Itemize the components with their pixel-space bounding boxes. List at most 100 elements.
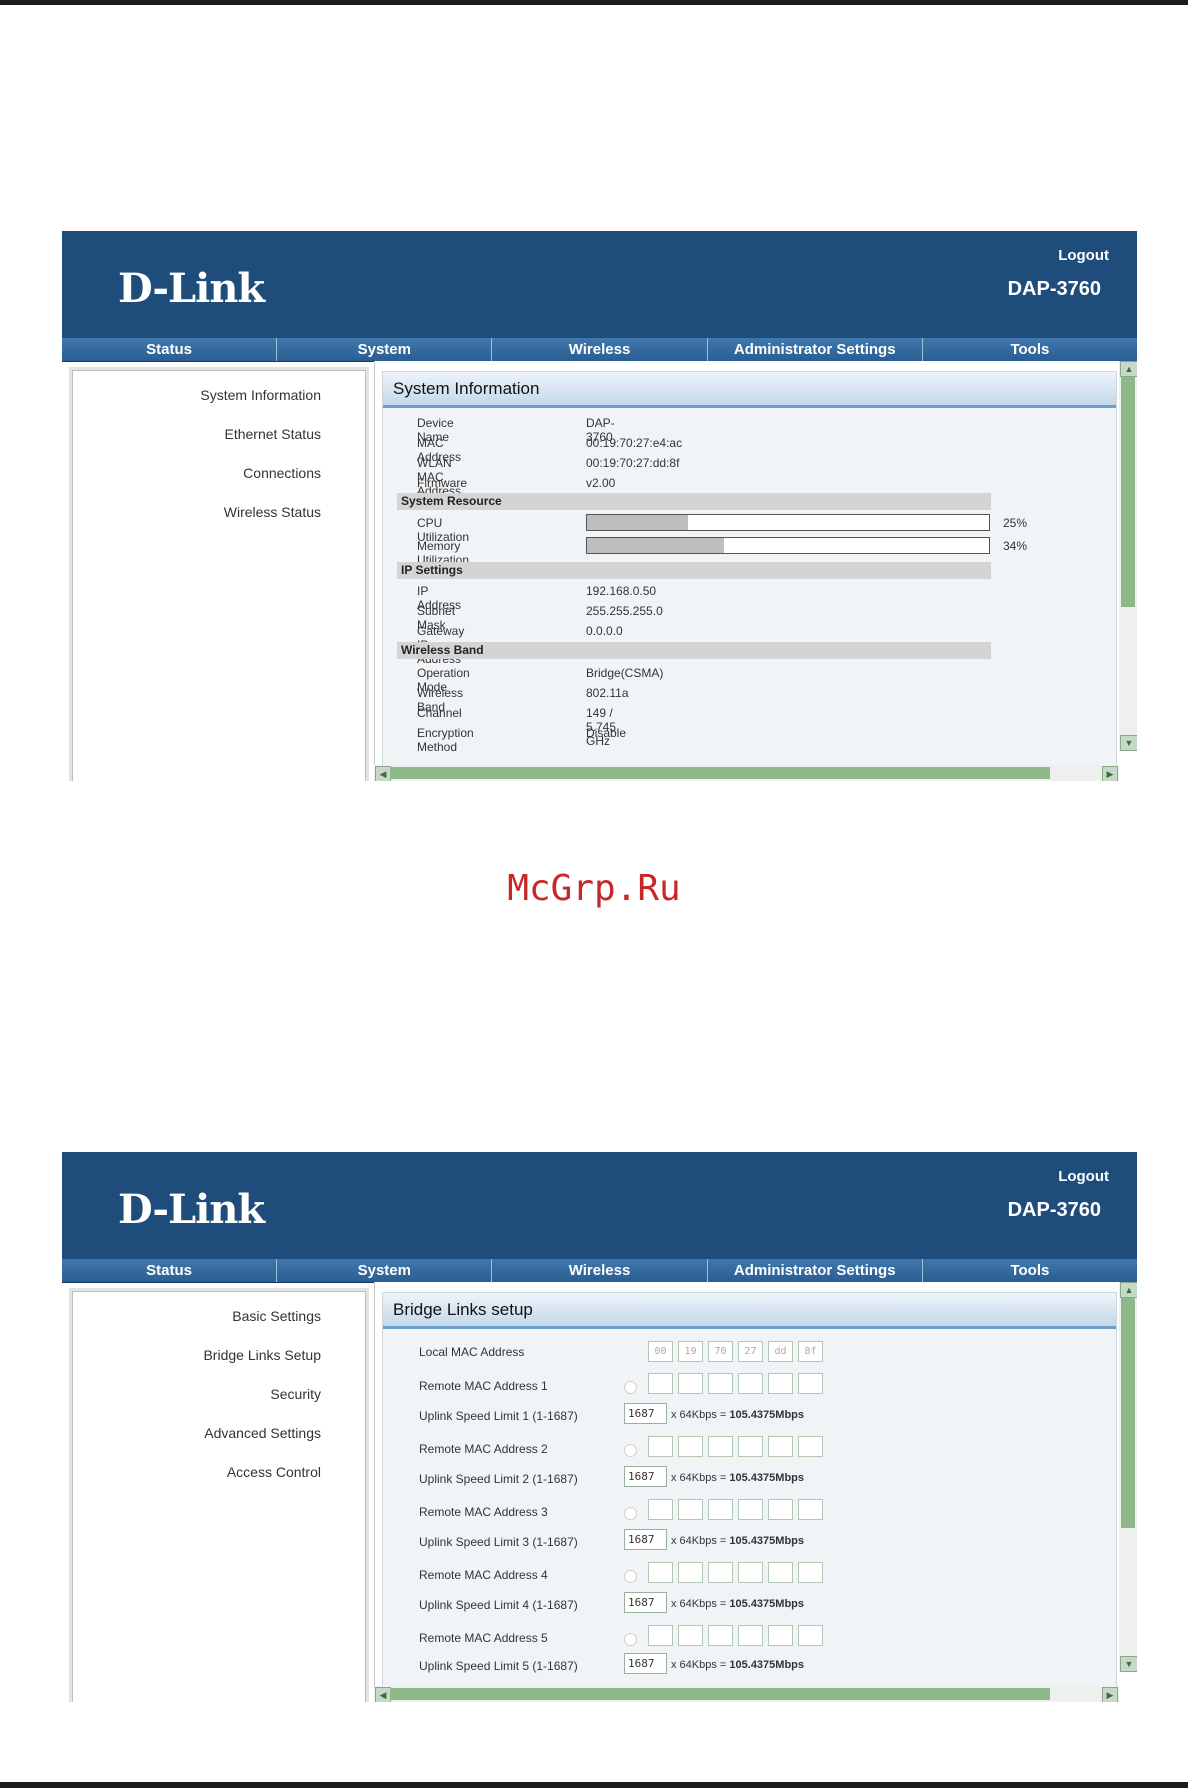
remote-mac-3-octet-5[interactable] xyxy=(768,1499,793,1520)
remote-mac-3-octet-1[interactable] xyxy=(648,1499,673,1520)
tab-status[interactable]: Status xyxy=(62,1259,278,1282)
remote-mac-4-octet-6[interactable] xyxy=(798,1562,823,1583)
uplink-3-input[interactable]: 1687 xyxy=(624,1529,667,1550)
scroll-left-icon[interactable]: ◀ xyxy=(375,1687,391,1702)
remote-mac-2-label: Remote MAC Address 2 xyxy=(419,1442,548,1456)
horizontal-scrollbar[interactable]: ◀ ▶ xyxy=(374,1686,1119,1702)
remote-mac-3-octet-4[interactable] xyxy=(738,1499,763,1520)
remote-mac-5-octet-1[interactable] xyxy=(648,1625,673,1646)
header-bar: D-Link Logout DAP-3760 xyxy=(62,1152,1137,1259)
top-rule xyxy=(0,0,1188,5)
cpu-utilization-bar xyxy=(586,514,990,531)
remote-mac-2-octet-5[interactable] xyxy=(768,1436,793,1457)
remote-mac-1-octet-3[interactable] xyxy=(708,1373,733,1394)
scroll-up-icon[interactable]: ▲ xyxy=(1120,361,1137,377)
uplink-4-input[interactable]: 1687 xyxy=(624,1592,667,1613)
tab-administrator-settings[interactable]: Administrator Settings xyxy=(708,1259,923,1282)
remote-mac-4-octet-4[interactable] xyxy=(738,1562,763,1583)
system-information-screenshot: D-Link Logout DAP-3760 Status System Wir… xyxy=(62,231,1137,781)
remote-mac-1-octet-2[interactable] xyxy=(678,1373,703,1394)
remote-mac-3-radio[interactable] xyxy=(624,1507,637,1520)
remote-mac-1-octet-4[interactable] xyxy=(738,1373,763,1394)
horizontal-scrollbar-thumb[interactable] xyxy=(390,1688,1050,1700)
scroll-right-icon[interactable]: ▶ xyxy=(1102,766,1118,781)
remote-mac-1-radio[interactable] xyxy=(624,1381,637,1394)
wireless-band-value: 802.11a xyxy=(586,686,629,700)
tab-wireless[interactable]: Wireless xyxy=(492,338,708,361)
tab-administrator-settings[interactable]: Administrator Settings xyxy=(708,338,923,361)
uplink-1-input[interactable]: 1687 xyxy=(624,1403,667,1424)
remote-mac-1-octet-1[interactable] xyxy=(648,1373,673,1394)
sidebar-item-access-control[interactable]: Access Control xyxy=(73,1453,365,1492)
tab-status[interactable]: Status xyxy=(62,338,278,361)
tab-tools[interactable]: Tools xyxy=(923,338,1137,361)
remote-mac-5-octet-3[interactable] xyxy=(708,1625,733,1646)
uplink-5-input[interactable]: 1687 xyxy=(624,1653,667,1674)
panel-title: Bridge Links setup xyxy=(383,1293,1116,1329)
sidebar-item-connections[interactable]: Connections xyxy=(73,454,365,493)
scroll-up-icon[interactable]: ▲ xyxy=(1120,1282,1137,1298)
scroll-down-icon[interactable]: ▼ xyxy=(1120,735,1137,751)
uplink-2-input[interactable]: 1687 xyxy=(624,1466,667,1487)
sidebar-item-wireless-status[interactable]: Wireless Status xyxy=(73,493,365,532)
remote-mac-4-octet-2[interactable] xyxy=(678,1562,703,1583)
remote-mac-5-octet-2[interactable] xyxy=(678,1625,703,1646)
sidebar-item-ethernet-status[interactable]: Ethernet Status xyxy=(73,415,365,454)
uplink-3-multiplier: x 64Kbps = xyxy=(671,1535,727,1547)
horizontal-scrollbar-thumb[interactable] xyxy=(390,767,1050,779)
panel-title: System Information xyxy=(383,372,1116,408)
remote-mac-4-radio[interactable] xyxy=(624,1570,637,1583)
sidebar-item-advanced-settings[interactable]: Advanced Settings xyxy=(73,1414,365,1453)
remote-mac-2-octet-6[interactable] xyxy=(798,1436,823,1457)
remote-mac-4-octet-1[interactable] xyxy=(648,1562,673,1583)
horizontal-scrollbar[interactable]: ◀ ▶ xyxy=(374,765,1119,781)
sidebar-item-basic-settings[interactable]: Basic Settings xyxy=(73,1297,365,1336)
remote-mac-1-octet-6[interactable] xyxy=(798,1373,823,1394)
logout-link[interactable]: Logout xyxy=(1058,1168,1109,1185)
remote-mac-2-octet-1[interactable] xyxy=(648,1436,673,1457)
remote-mac-2-octet-2[interactable] xyxy=(678,1436,703,1457)
remote-mac-5-octet-6[interactable] xyxy=(798,1625,823,1646)
remote-mac-3-octet-2[interactable] xyxy=(678,1499,703,1520)
gateway-value: 0.0.0.0 xyxy=(586,624,623,638)
remote-mac-4-octet-3[interactable] xyxy=(708,1562,733,1583)
scrollbar-thumb[interactable] xyxy=(1121,1298,1135,1528)
remote-mac-3-octet-6[interactable] xyxy=(798,1499,823,1520)
local-mac-octet-1: 00 xyxy=(648,1341,673,1362)
remote-mac-5-octet-4[interactable] xyxy=(738,1625,763,1646)
remote-mac-2-octet-3[interactable] xyxy=(708,1436,733,1457)
uplink-5-result: 105.4375Mbps xyxy=(729,1659,805,1671)
remote-mac-2-radio[interactable] xyxy=(624,1444,637,1457)
scroll-right-icon[interactable]: ▶ xyxy=(1102,1687,1118,1702)
uplink-5-label: Uplink Speed Limit 5 (1-1687) xyxy=(419,1659,578,1673)
memory-utilization-fill xyxy=(587,538,724,553)
vertical-scrollbar[interactable]: ▲ ▼ xyxy=(1119,361,1137,751)
scroll-left-icon[interactable]: ◀ xyxy=(375,766,391,781)
tab-system[interactable]: System xyxy=(277,1259,493,1282)
tab-tools[interactable]: Tools xyxy=(923,1259,1137,1282)
remote-mac-1-octet-5[interactable] xyxy=(768,1373,793,1394)
cpu-percent: 25% xyxy=(1003,516,1028,530)
remote-mac-2-octet-4[interactable] xyxy=(738,1436,763,1457)
tab-wireless[interactable]: Wireless xyxy=(492,1259,708,1282)
bridge-links-screenshot: D-Link Logout DAP-3760 Status System Wir… xyxy=(62,1152,1137,1702)
dlink-logo: D-Link xyxy=(118,1186,265,1233)
memory-utilization-bar xyxy=(586,537,990,554)
sidebar-item-bridge-links-setup[interactable]: Bridge Links Setup xyxy=(73,1336,365,1375)
sidebar-item-system-information[interactable]: System Information xyxy=(73,376,365,415)
status-sidebar: System Information Ethernet Status Conne… xyxy=(72,370,366,781)
logout-link[interactable]: Logout xyxy=(1058,247,1109,264)
sidebar-item-security[interactable]: Security xyxy=(73,1375,365,1414)
tab-system[interactable]: System xyxy=(277,338,493,361)
remote-mac-4-label: Remote MAC Address 4 xyxy=(419,1568,548,1582)
remote-mac-3-octet-3[interactable] xyxy=(708,1499,733,1520)
ip-value: 192.168.0.50 xyxy=(586,584,657,598)
local-mac-label: Local MAC Address xyxy=(419,1345,525,1359)
scroll-down-icon[interactable]: ▼ xyxy=(1120,1656,1137,1672)
remote-mac-4-octet-5[interactable] xyxy=(768,1562,793,1583)
scrollbar-thumb[interactable] xyxy=(1121,377,1135,607)
uplink-2-result: 105.4375Mbps xyxy=(729,1472,805,1484)
remote-mac-5-octet-5[interactable] xyxy=(768,1625,793,1646)
vertical-scrollbar[interactable]: ▲ ▼ xyxy=(1119,1282,1137,1672)
remote-mac-5-radio[interactable] xyxy=(624,1633,637,1646)
